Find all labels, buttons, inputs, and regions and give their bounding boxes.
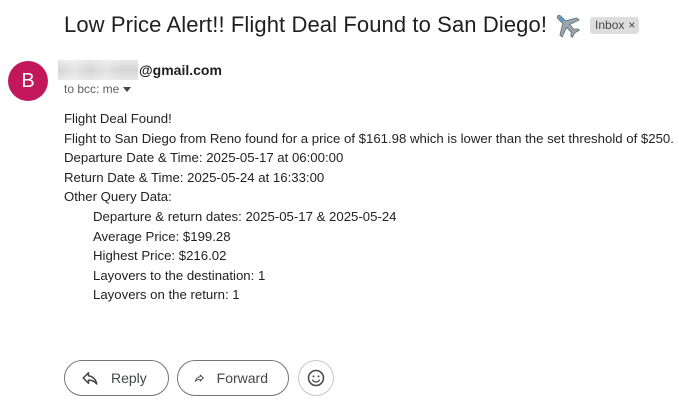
redacted-sender-name (58, 60, 138, 80)
body-heading: Flight Deal Found! (64, 111, 172, 126)
forward-button[interactable]: Forward (177, 360, 289, 396)
reply-button[interactable]: Reply (64, 360, 169, 396)
show-details-caret-icon[interactable] (123, 86, 132, 92)
reply-label: Reply (111, 370, 147, 386)
reply-icon (82, 372, 98, 385)
query-item: Layovers to the destination: 1 (93, 267, 266, 283)
body-departure-line: Departure Date & Time: 2025-05-17 at 06:… (64, 150, 344, 166)
forward-icon (194, 374, 204, 382)
query-item: Departure & return dates: 2025-05-17 & 2… (93, 208, 397, 224)
inbox-label-chip: Inbox × (590, 16, 640, 34)
body-other-query-heading: Other Query Data: (64, 189, 172, 205)
sender-row: @gmail.com (58, 60, 222, 80)
recipients-text: to bcc: me (64, 82, 120, 96)
avatar-letter: B (21, 69, 35, 92)
inbox-label-text: Inbox (595, 18, 625, 32)
sender-avatar[interactable]: B (8, 61, 48, 101)
query-item: Average Price: $199.28 (93, 228, 231, 244)
email-subject-row: Low Price Alert!! Flight Deal Found to S… (64, 8, 640, 42)
body-price-line: Flight to San Diego from Reno found for … (64, 130, 674, 146)
email-body: Flight Deal Found! Flight to San Diego f… (64, 109, 674, 305)
add-reaction-button[interactable] (298, 360, 334, 396)
query-item: Highest Price: $216.02 (93, 248, 227, 264)
message-actions: Reply Forward (64, 360, 334, 396)
airplane-icon (552, 10, 582, 40)
sender-email[interactable]: @gmail.com (139, 62, 222, 78)
recipients-row: to bcc: me (64, 82, 132, 96)
forward-label: Forward (216, 370, 268, 386)
remove-label-button[interactable]: × (628, 18, 635, 32)
email-subject: Low Price Alert!! Flight Deal Found to S… (64, 12, 548, 37)
smiley-icon (307, 369, 325, 387)
body-return-line: Return Date & Time: 2025-05-24 at 16:33:… (64, 169, 325, 185)
query-item: Layovers on the return: 1 (93, 287, 240, 303)
